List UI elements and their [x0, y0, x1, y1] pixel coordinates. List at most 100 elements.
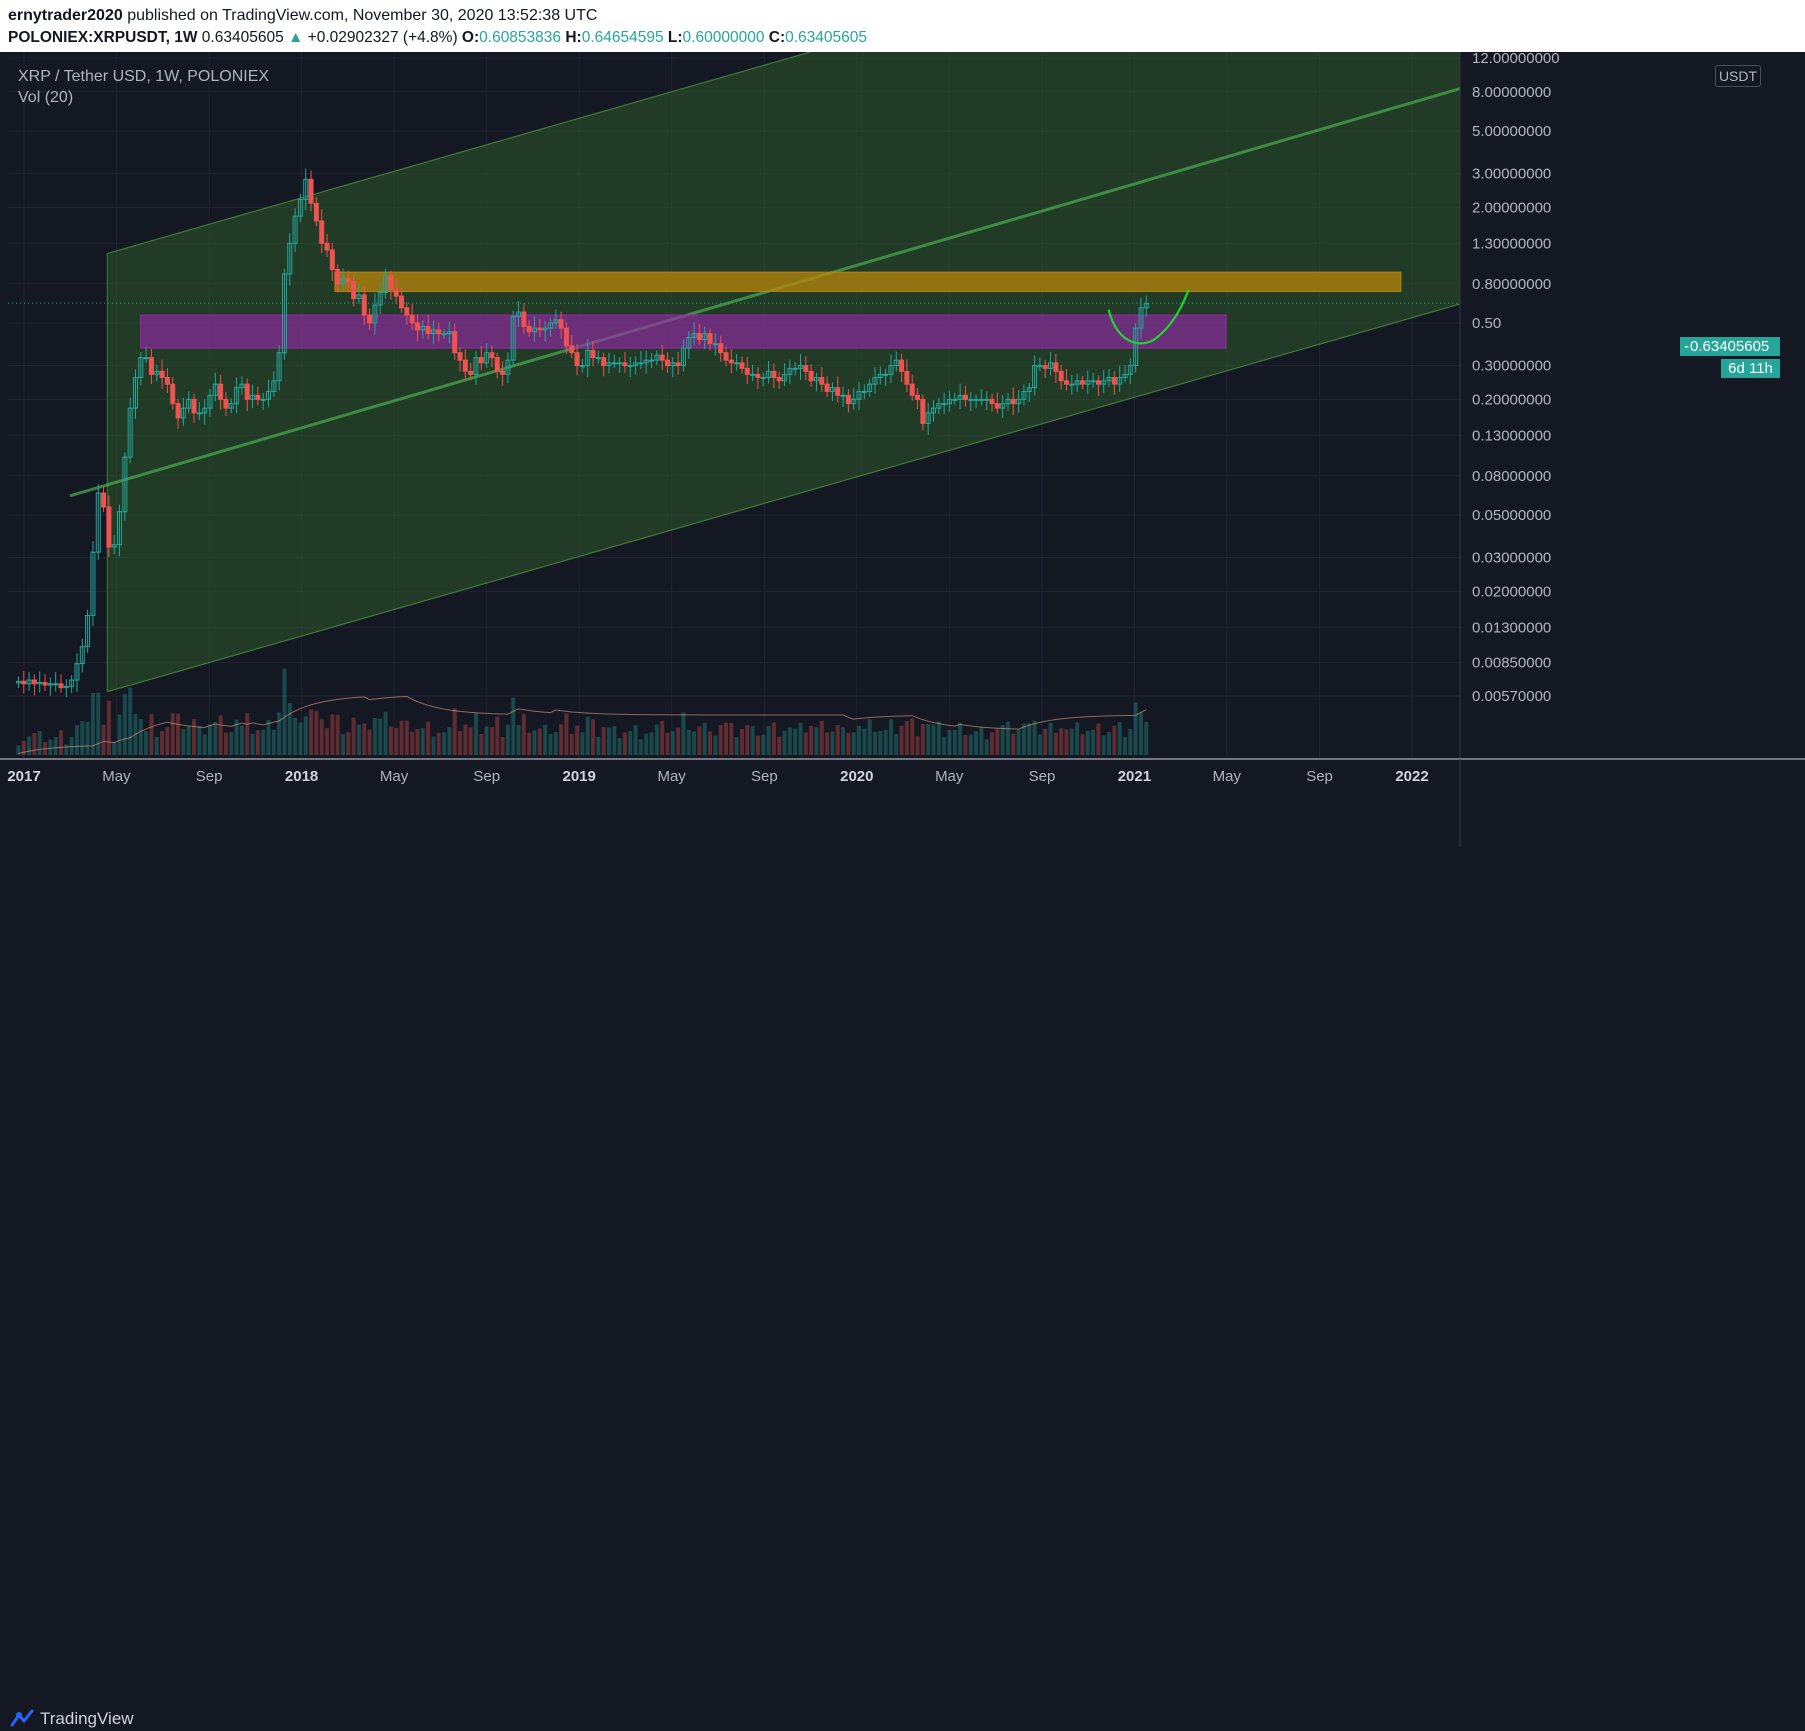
candle-body[interactable]	[574, 352, 580, 367]
candle-body[interactable]	[1058, 370, 1064, 382]
candle-body[interactable]	[824, 383, 830, 392]
candle-body[interactable]	[1095, 380, 1101, 385]
candle-body[interactable]	[329, 249, 335, 270]
candle-body[interactable]	[707, 333, 713, 345]
candle-body[interactable]	[42, 682, 48, 686]
candle-body[interactable]	[313, 202, 319, 222]
candle-body[interactable]	[393, 288, 399, 297]
candle-body[interactable]	[819, 376, 825, 385]
candle-body[interactable]	[675, 362, 681, 367]
candle-body[interactable]	[595, 357, 601, 360]
candle-body[interactable]	[617, 362, 623, 365]
candle-body[interactable]	[361, 294, 367, 316]
candle-body[interactable]	[58, 683, 64, 689]
candle-body[interactable]	[148, 357, 154, 375]
candle-body[interactable]	[664, 359, 670, 367]
candle-body[interactable]	[414, 322, 420, 331]
candle-body[interactable]	[952, 398, 958, 401]
volume-indicator-label[interactable]: Vol (20)	[18, 87, 269, 108]
candle-body[interactable]	[845, 394, 851, 405]
candle-body[interactable]	[840, 394, 846, 397]
candle-body[interactable]	[106, 506, 112, 548]
candle-body[interactable]	[712, 343, 718, 346]
candle-body[interactable]	[478, 357, 484, 364]
candle-body[interactable]	[223, 398, 229, 409]
candle-body[interactable]	[989, 398, 995, 405]
candle-body[interactable]	[1053, 362, 1059, 372]
candle-body[interactable]	[803, 365, 809, 372]
candle-body[interactable]	[1111, 376, 1117, 385]
candle-body[interactable]	[500, 370, 506, 375]
candle-body[interactable]	[319, 220, 325, 244]
candle-body[interactable]	[1079, 380, 1085, 385]
candle-body[interactable]	[968, 398, 974, 401]
candle-body[interactable]	[367, 314, 373, 324]
candle-body[interactable]	[622, 362, 628, 367]
candle-body[interactable]	[1069, 383, 1075, 386]
candle-body[interactable]	[425, 325, 431, 335]
candle-body[interactable]	[920, 398, 926, 424]
candle-body[interactable]	[1063, 380, 1069, 385]
candle-body[interactable]	[164, 376, 170, 385]
candle-body[interactable]	[21, 680, 27, 685]
candle-body[interactable]	[962, 394, 968, 400]
candle-body[interactable]	[590, 349, 596, 359]
candle-body[interactable]	[537, 327, 543, 331]
candle-body[interactable]	[984, 398, 990, 401]
candle-body[interactable]	[1037, 365, 1043, 368]
candle-body[interactable]	[53, 683, 59, 686]
candle-body[interactable]	[569, 345, 575, 354]
candle-body[interactable]	[468, 370, 474, 375]
resistance-zone[interactable]	[334, 271, 1402, 292]
candle-body[interactable]	[441, 333, 447, 336]
candle-body[interactable]	[335, 268, 341, 285]
candle-body[interactable]	[883, 373, 889, 376]
candle-body[interactable]	[191, 398, 197, 414]
candle-body[interactable]	[941, 403, 947, 406]
candle-body[interactable]	[404, 307, 410, 316]
candle-body[interactable]	[734, 362, 740, 365]
candle-body[interactable]	[808, 370, 814, 382]
chart-title[interactable]: XRP / Tether USD, 1W, POLONIEX	[18, 66, 269, 87]
price-chart[interactable]: 12.00000000 8.00000000 5.00000000 3.0000000…	[0, 52, 1805, 847]
currency-badge[interactable]: USDT	[1715, 65, 1761, 87]
candle-body[interactable]	[452, 331, 458, 354]
candle-body[interactable]	[835, 387, 841, 396]
candle-body[interactable]	[760, 376, 766, 379]
candle-body[interactable]	[904, 370, 910, 385]
candle-body[interactable]	[462, 359, 468, 372]
candle-body[interactable]	[457, 352, 463, 361]
candle-body[interactable]	[526, 325, 532, 333]
candle-body[interactable]	[521, 311, 527, 327]
candle-body[interactable]	[31, 679, 37, 685]
candle-body[interactable]	[308, 178, 314, 204]
candle-body[interactable]	[345, 278, 351, 283]
author-name[interactable]: ernytrader2020	[8, 7, 123, 24]
candle-body[interactable]	[771, 370, 777, 378]
candle-body[interactable]	[1042, 365, 1048, 369]
candle-body[interactable]	[196, 412, 202, 415]
candle-body[interactable]	[170, 383, 176, 405]
candle-body[interactable]	[755, 373, 761, 378]
candle-body[interactable]	[792, 367, 798, 370]
candle-body[interactable]	[255, 394, 261, 400]
candle-body[interactable]	[244, 383, 250, 400]
candle-body[interactable]	[563, 327, 569, 347]
candle-body[interactable]	[1090, 380, 1096, 383]
candle-body[interactable]	[744, 367, 750, 375]
candle-body[interactable]	[398, 295, 404, 309]
candle-body[interactable]	[659, 354, 665, 361]
candle-body[interactable]	[723, 352, 729, 361]
candle-body[interactable]	[260, 398, 266, 401]
candle-body[interactable]	[899, 359, 905, 372]
candle-body[interactable]	[436, 329, 442, 335]
candle-body[interactable]	[739, 362, 745, 369]
candle-body[interactable]	[627, 365, 633, 368]
candle-body[interactable]	[558, 319, 564, 329]
candle-body[interactable]	[324, 242, 330, 251]
candle-body[interactable]	[351, 281, 357, 300]
candle-body[interactable]	[159, 370, 165, 378]
tradingview-logo[interactable]: TradingView	[10, 1707, 134, 1731]
candle-body[interactable]	[649, 359, 655, 362]
candle-body[interactable]	[579, 365, 585, 368]
